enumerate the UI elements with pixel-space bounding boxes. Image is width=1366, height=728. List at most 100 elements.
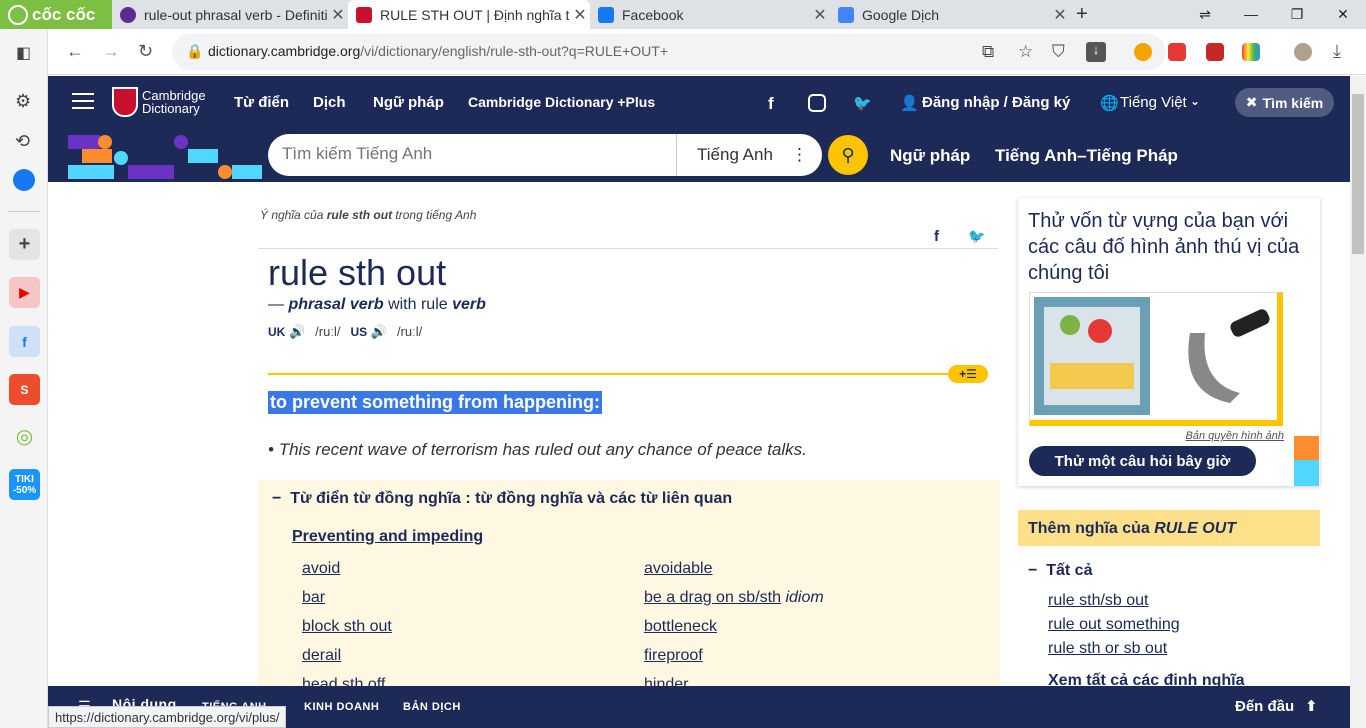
tab-rule-sth-out[interactable]: RULE STH OUT | Định nghĩa tr ✕ — [348, 0, 590, 29]
url-text[interactable]: dictionary.cambridge.org/vi/dictionary/e… — [208, 43, 668, 59]
business-tab[interactable]: KINH DOANH — [304, 701, 379, 713]
extension-new-icon[interactable] — [1168, 43, 1186, 61]
synonym-link[interactable]: be a drag on sb/sth — [644, 589, 781, 606]
new-tab-plus-icon[interactable]: + — [1076, 3, 1088, 26]
reload-icon[interactable]: ↻ — [138, 41, 153, 62]
close-window-icon[interactable]: ✕ — [1320, 0, 1366, 29]
adblock-shield-icon[interactable]: ⛉ — [1052, 42, 1065, 62]
search-language-select[interactable]: Tiếng Anh ⋮ — [676, 134, 808, 176]
forward-arrow-icon[interactable]: → — [102, 41, 120, 62]
browser-sidebar: ◧ ⚙ ⟲ + ▶ f S ◎ TIKI -50% — [0, 29, 48, 728]
close-tab-icon[interactable]: ✕ — [810, 5, 830, 25]
extension-chrome-icon[interactable] — [1134, 43, 1152, 61]
facebook-icon[interactable]: f — [9, 326, 40, 357]
search-input[interactable] — [282, 144, 662, 164]
messenger-icon[interactable] — [13, 169, 35, 191]
tab-facebook[interactable]: Facebook ✕ — [590, 0, 830, 29]
translate-page-icon[interactable]: ⧉ — [982, 42, 994, 62]
meaning-link[interactable]: rule out something — [1048, 616, 1180, 634]
close-tab-icon[interactable]: ✕ — [1050, 5, 1070, 25]
synonym-link[interactable]: bottleneck — [644, 618, 717, 636]
thesaurus-subheading-link[interactable]: Preventing and impeding — [292, 528, 483, 546]
twitter-icon[interactable]: 🐦 — [853, 94, 872, 112]
share-facebook-icon[interactable]: f — [934, 228, 939, 245]
tab-title: RULE STH OUT | Định nghĩa tr — [380, 6, 570, 23]
hamburger-menu-icon[interactable] — [72, 93, 94, 109]
user-icon[interactable]: 👤 — [900, 94, 919, 112]
language-select[interactable]: Tiếng Việt — [1120, 94, 1187, 111]
download-page-icon[interactable]: ↓ — [1086, 42, 1106, 62]
synonym-link[interactable]: block sth out — [302, 618, 392, 636]
us-audio-speaker-icon[interactable]: 🔊 — [371, 324, 387, 339]
cambridge-logo[interactable]: Cambridge Dictionary — [112, 87, 206, 117]
minimize-icon[interactable]: — — [1228, 0, 1274, 29]
settings-gear-icon[interactable]: ⚙ — [15, 91, 31, 112]
add-to-list-icon[interactable]: +☰ — [948, 365, 988, 383]
tab-search-icon[interactable]: ⇌ — [1182, 0, 1228, 29]
coccoc-map-icon[interactable]: ◎ — [9, 421, 40, 452]
uk-audio-speaker-icon[interactable]: 🔊 — [289, 324, 305, 339]
extension-red-icon[interactable] — [1206, 43, 1224, 61]
search-language-label: Tiếng Anh — [697, 145, 773, 164]
close-icon: ✖ — [1245, 94, 1258, 110]
tab-google-dich[interactable]: Google Dịch ✕ — [830, 0, 1070, 29]
synonym-link[interactable]: fireproof — [644, 647, 703, 665]
translation-tab[interactable]: BẢN DỊCH — [403, 701, 461, 713]
chevron-down-icon[interactable]: ⌄ — [1190, 94, 1200, 108]
subnav-en-fr-link[interactable]: Tiếng Anh–Tiếng Pháp — [995, 146, 1178, 166]
site-search-bar: Tiếng Anh ⋮ ⚲ Ngữ pháp Tiếng Anh–Tiếng Ph… — [48, 129, 1350, 182]
profile-avatar-icon[interactable] — [1294, 43, 1312, 61]
sidebar-toggle-icon[interactable]: ◧ — [16, 43, 31, 63]
search-go-button[interactable]: ⚲ — [828, 135, 868, 175]
nav-plus[interactable]: Cambridge Dictionary +Plus — [468, 94, 655, 110]
tab-title: rule-out phrasal verb - Definiti — [144, 6, 328, 23]
close-search-button[interactable]: ✖ Tìm kiếm — [1235, 88, 1334, 117]
brand-name: cốc cốc — [32, 4, 96, 24]
try-quiz-button[interactable]: Thử một câu hỏi bây giờ — [1029, 446, 1256, 476]
quiz-image[interactable] — [1029, 292, 1283, 426]
login-link[interactable]: Đăng nhập / Đăng ký — [922, 94, 1070, 111]
search-button-label: Tìm kiếm — [1262, 94, 1324, 111]
back-arrow-icon[interactable]: ← — [66, 41, 84, 62]
uk-ipa: /ruːl/ — [315, 324, 341, 339]
coccoc-menu-button[interactable]: cốc cốc — [0, 0, 112, 29]
back-to-top-link[interactable]: Đến đầu — [1235, 698, 1294, 715]
extension-color-icon[interactable] — [1242, 43, 1260, 61]
downloads-icon[interactable]: ⤓ — [1333, 41, 1341, 62]
subnav-grammar-link[interactable]: Ngữ pháp — [890, 146, 970, 166]
instagram-icon[interactable] — [808, 94, 826, 112]
youtube-icon[interactable]: ▶ — [9, 277, 40, 308]
maximize-icon[interactable]: ❐ — [1274, 0, 1320, 29]
meaning-link[interactable]: rule sth or sb out — [1048, 640, 1167, 658]
synonym-link[interactable]: avoidable — [644, 560, 713, 578]
synonym-link[interactable]: bar — [302, 589, 325, 607]
close-tab-icon[interactable]: ✕ — [328, 5, 348, 25]
nav-dictionary[interactable]: Từ điển — [234, 94, 289, 111]
all-meanings-toggle[interactable]: − Tất cả — [1028, 562, 1092, 580]
lock-icon[interactable]: 🔒 — [186, 43, 203, 60]
nav-translate[interactable]: Dịch — [313, 94, 346, 111]
coccoc-logo-icon — [8, 4, 28, 25]
thesaurus-heading[interactable]: − Từ điển từ đồng nghĩa : từ đồng nghĩa … — [272, 490, 732, 508]
close-tab-icon[interactable]: ✕ — [570, 5, 590, 25]
scrollbar-thumb[interactable] — [1352, 94, 1364, 254]
image-credit-link[interactable]: Bản quyền hình ảnh — [1186, 430, 1284, 442]
meaning-link[interactable]: rule sth/sb out — [1048, 592, 1149, 610]
synonym-idiom-row: be a drag on sb/sth idiom — [644, 589, 824, 607]
add-sidebar-app-icon[interactable]: + — [9, 229, 40, 260]
synonym-link[interactable]: derail — [302, 647, 341, 665]
history-icon[interactable]: ⟲ — [15, 131, 30, 152]
tiki-icon[interactable]: TIKI -50% — [9, 469, 40, 500]
url-omnibox[interactable]: 🔒 dictionary.cambridge.org/vi/dictionary… — [172, 34, 1166, 70]
synonym-link[interactable]: avoid — [302, 560, 340, 578]
page-scrollbar[interactable] — [1350, 76, 1366, 728]
shopee-icon[interactable]: S — [9, 374, 40, 405]
globe-icon[interactable]: 🌐 — [1100, 94, 1119, 112]
share-twitter-icon[interactable]: 🐦 — [968, 228, 985, 245]
facebook-social-icon[interactable]: f — [768, 94, 774, 114]
arrow-up-circle-icon[interactable]: ⬆ — [1305, 697, 1318, 715]
uk-label: UK — [268, 325, 286, 339]
nav-grammar[interactable]: Ngữ pháp — [373, 94, 444, 111]
tab-rule-out-phrasal[interactable]: rule-out phrasal verb - Definiti ✕ — [112, 0, 348, 29]
bookmark-star-icon[interactable]: ☆ — [1018, 42, 1033, 62]
